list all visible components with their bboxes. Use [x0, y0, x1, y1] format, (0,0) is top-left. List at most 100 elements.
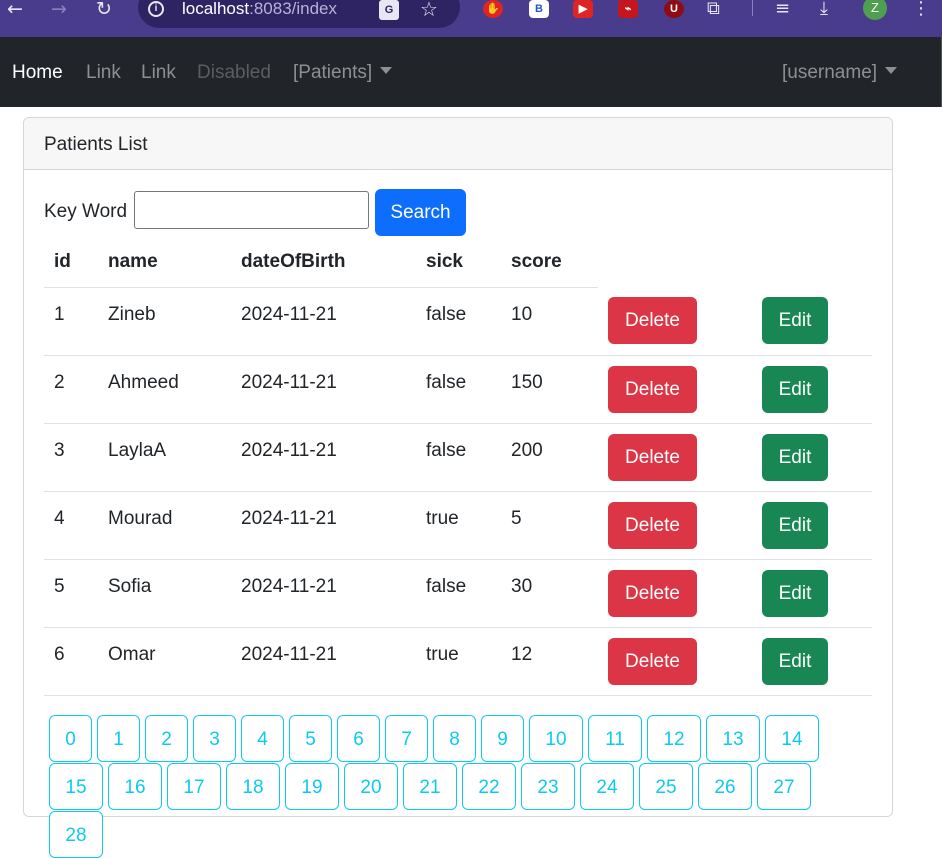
- cell-edit: Edit: [752, 355, 872, 424]
- toolbar-separator: [752, 0, 753, 16]
- page-button[interactable]: 21: [403, 763, 457, 810]
- keyword-label: Key Word: [44, 201, 128, 222]
- search-button[interactable]: Search: [375, 189, 466, 236]
- delete-button[interactable]: Delete: [608, 433, 697, 481]
- cell-sick: false: [416, 287, 501, 356]
- table-row: 2 Ahmeed 2024-11-21 false 150 Delete Edit: [44, 355, 872, 424]
- cell-edit: Edit: [752, 287, 872, 356]
- page-button[interactable]: 26: [698, 763, 752, 810]
- page-button[interactable]: 10: [529, 715, 583, 762]
- nav-link-2[interactable]: Link: [141, 62, 176, 84]
- column-header-score: score: [501, 238, 598, 288]
- cell-edit: Edit: [752, 491, 872, 560]
- page-button[interactable]: 9: [481, 715, 524, 762]
- delete-button[interactable]: Delete: [608, 365, 697, 413]
- edit-button[interactable]: Edit: [762, 637, 828, 685]
- extension-b-icon[interactable]: B: [529, 0, 549, 18]
- reload-icon[interactable]: ↻: [93, 0, 115, 19]
- page-button[interactable]: 5: [289, 715, 332, 762]
- table-row: 5 Sofia 2024-11-21 false 30 Delete Edit: [44, 559, 872, 628]
- url-text[interactable]: localhost:8083/index: [182, 0, 337, 19]
- delete-button[interactable]: Delete: [608, 637, 697, 685]
- page-button[interactable]: 6: [337, 715, 380, 762]
- cell-dateofbirth: 2024-11-21: [231, 423, 416, 492]
- delete-button[interactable]: Delete: [608, 569, 697, 617]
- edit-button[interactable]: Edit: [762, 365, 828, 413]
- nav-home-link[interactable]: Home: [12, 62, 63, 84]
- cell-dateofbirth: 2024-11-21: [231, 559, 416, 628]
- patients-card: Patients List Key Word Search id name da…: [23, 117, 893, 858]
- cell-name: Mourad: [98, 491, 231, 560]
- page-button[interactable]: 3: [193, 715, 236, 762]
- page-button[interactable]: 7: [385, 715, 428, 762]
- column-header-name: name: [98, 238, 231, 288]
- extensions-puzzle-icon[interactable]: ⧉: [707, 0, 720, 18]
- chevron-down-icon: [380, 67, 393, 75]
- page-button[interactable]: 14: [765, 715, 819, 762]
- page-button[interactable]: 20: [344, 763, 398, 810]
- nav-link-1[interactable]: Link: [86, 62, 121, 84]
- column-header-id: id: [44, 238, 98, 288]
- delete-button[interactable]: Delete: [608, 501, 697, 549]
- page-button[interactable]: 25: [639, 763, 693, 810]
- forward-icon[interactable]: →: [48, 0, 70, 19]
- cell-edit: Edit: [752, 627, 872, 696]
- bookmark-star-icon[interactable]: ☆: [420, 0, 438, 21]
- edit-button[interactable]: Edit: [762, 569, 828, 617]
- page-button[interactable]: 23: [521, 763, 575, 810]
- cell-delete: Delete: [598, 491, 752, 560]
- page-button[interactable]: 28: [49, 811, 103, 858]
- page-button[interactable]: 24: [580, 763, 634, 810]
- page-button[interactable]: 1: [97, 715, 140, 762]
- page-button[interactable]: 15: [49, 763, 103, 810]
- page-button[interactable]: 27: [757, 763, 811, 810]
- page-button[interactable]: 11: [588, 715, 642, 762]
- cell-id: 5: [44, 559, 98, 628]
- back-icon[interactable]: ←: [4, 0, 26, 19]
- page-button[interactable]: 13: [706, 715, 760, 762]
- chevron-down-icon: [885, 67, 898, 75]
- profile-avatar[interactable]: Z: [863, 0, 887, 20]
- page-button[interactable]: 19: [285, 763, 339, 810]
- page-button[interactable]: 8: [433, 715, 476, 762]
- card-title: Patients List: [24, 118, 892, 170]
- column-header-blank: [598, 238, 752, 287]
- cell-sick: false: [416, 355, 501, 424]
- column-header-blank: [752, 238, 872, 287]
- media-queue-icon[interactable]: ≡: [775, 0, 790, 18]
- cell-edit: Edit: [752, 559, 872, 628]
- top-navbar: Home Link Link Disabled [Patients] [user…: [0, 37, 942, 107]
- edit-button[interactable]: Edit: [762, 501, 828, 549]
- cell-delete: Delete: [598, 287, 752, 356]
- page-button[interactable]: 17: [167, 763, 221, 810]
- cell-score: 10: [501, 287, 598, 356]
- cell-name: Sofia: [98, 559, 231, 628]
- edit-button[interactable]: Edit: [762, 297, 828, 345]
- extension-pdf-icon[interactable]: ⌁: [618, 0, 638, 18]
- extension-media-icon[interactable]: ▶: [573, 0, 593, 18]
- menu-kebab-icon[interactable]: ⋮: [912, 0, 930, 18]
- page-button[interactable]: 2: [145, 715, 188, 762]
- cell-id: 1: [44, 287, 98, 356]
- patients-dropdown[interactable]: [Patients]: [293, 62, 393, 84]
- keyword-input[interactable]: [134, 191, 369, 229]
- edit-button[interactable]: Edit: [762, 433, 828, 481]
- extension-ublock-icon[interactable]: U: [664, 0, 684, 18]
- download-icon[interactable]: ⤓: [820, 0, 828, 18]
- cell-score: 5: [501, 491, 598, 560]
- site-info-icon[interactable]: i: [148, 1, 164, 17]
- page-button[interactable]: 18: [226, 763, 280, 810]
- page-button[interactable]: 12: [647, 715, 701, 762]
- extension-stop-icon[interactable]: ✋: [483, 0, 503, 18]
- table-row: 1 Zineb 2024-11-21 false 10 Delete Edit: [44, 287, 872, 356]
- page-button[interactable]: 4: [241, 715, 284, 762]
- translate-icon[interactable]: G: [379, 0, 399, 20]
- address-bar[interactable]: i localhost:8083/index G ☆: [138, 0, 460, 28]
- delete-button[interactable]: Delete: [608, 297, 697, 345]
- cell-sick: true: [416, 491, 501, 560]
- page-button[interactable]: 0: [49, 715, 92, 762]
- page-button[interactable]: 22: [462, 763, 516, 810]
- cell-score: 30: [501, 559, 598, 628]
- page-button[interactable]: 16: [108, 763, 162, 810]
- user-dropdown[interactable]: [username]: [782, 62, 898, 84]
